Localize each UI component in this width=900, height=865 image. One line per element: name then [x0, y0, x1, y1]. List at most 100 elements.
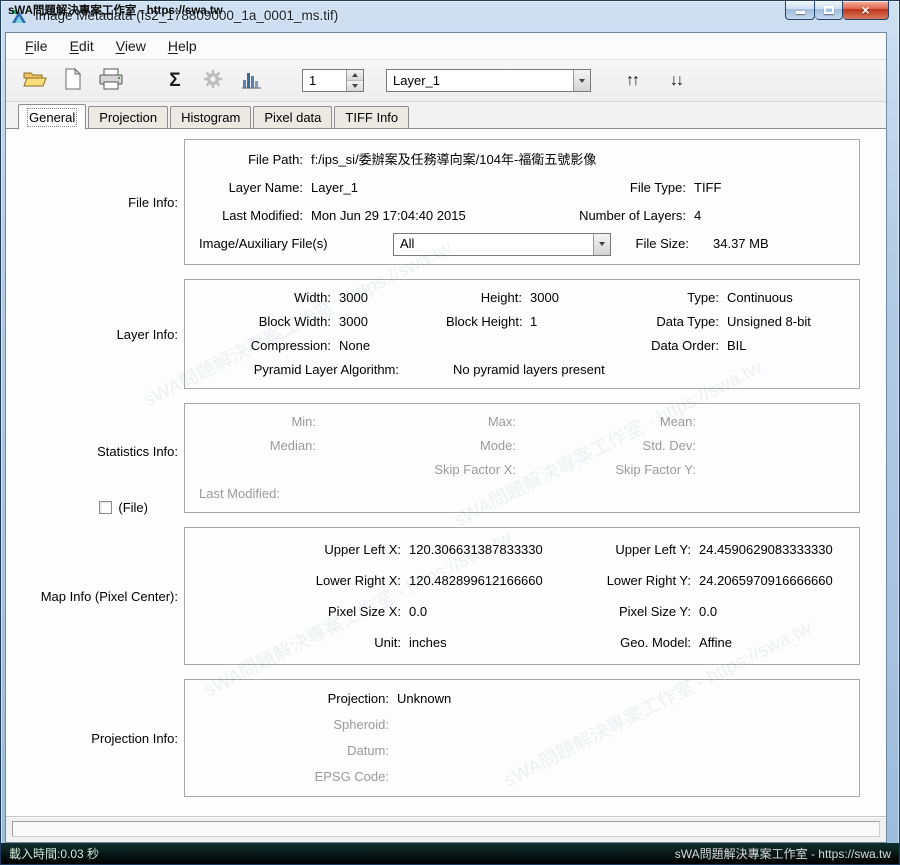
layer-number-input[interactable] — [303, 70, 346, 91]
menu-view[interactable]: View — [105, 33, 157, 59]
epsg-row: EPSG Code: — [195, 764, 849, 790]
spinner-up-button[interactable] — [347, 70, 363, 80]
menu-edit[interactable]: Edit — [59, 33, 105, 59]
max-label: Max: — [395, 410, 520, 434]
lower-right-y-value: 24.2065970916666660 — [695, 565, 849, 596]
projection-value: Unknown — [393, 686, 849, 712]
file-type-value: TIFF — [690, 174, 849, 202]
tab-bar: General Projection Histogram Pixel data … — [6, 102, 886, 129]
lower-right-x-label: Lower Right X: — [195, 565, 405, 596]
data-order-value: BIL — [723, 334, 849, 358]
maximize-button[interactable] — [815, 1, 843, 20]
upper-left-y-value: 24.4590629083333330 — [695, 534, 849, 565]
last-modified-label: Last Modified: — [195, 202, 307, 230]
menu-file[interactable]: File — [14, 33, 59, 59]
spinner-down-button[interactable] — [347, 80, 363, 91]
layer-name-label: Layer Name: — [195, 174, 307, 202]
menu-help[interactable]: Help — [157, 33, 208, 59]
epsg-code-value — [393, 764, 849, 790]
number-of-layers-value: 4 — [690, 202, 849, 230]
aux-files-dropdown[interactable]: All — [393, 233, 611, 256]
width-label: Width: — [195, 286, 335, 310]
double-up-arrow-icon: ↑↑ — [626, 72, 638, 89]
block-width-label: Block Width: — [195, 310, 335, 334]
settings-button[interactable] — [196, 66, 230, 96]
file-size-value: 34.37 MB — [709, 230, 769, 258]
spheroid-value — [393, 712, 849, 738]
checkbox-icon[interactable] — [99, 501, 112, 514]
statistics-info-label: Statistics Info: — [97, 444, 178, 459]
minimize-button[interactable] — [785, 1, 815, 20]
close-button[interactable]: × — [843, 1, 889, 20]
status-bar — [6, 816, 886, 842]
upper-left-x-label: Upper Left X: — [195, 534, 405, 565]
std-dev-label: Std. Dev: — [575, 434, 700, 458]
datum-row: Datum: — [195, 738, 849, 764]
pixel-size-y-value: 0.0 — [695, 596, 849, 627]
map-info-section: Map Info (Pixel Center): Upper Left X: 1… — [6, 527, 860, 665]
tab-projection[interactable]: Projection — [88, 106, 168, 129]
projection-info-label: Projection Info: — [91, 731, 178, 746]
lower-right-row: Lower Right X: 120.482899612166660 Lower… — [195, 565, 849, 596]
stats-last-modified-label: Last Modified: — [195, 486, 280, 501]
lower-right-y-label: Lower Right Y: — [603, 565, 695, 596]
layer-dropdown[interactable]: Layer_1 — [386, 69, 591, 92]
type-label: Type: — [631, 286, 723, 310]
dropdown-button[interactable] — [593, 234, 610, 255]
dropdown-button[interactable] — [573, 70, 590, 91]
file-info-label: File Info: — [128, 195, 178, 210]
last-modified-value: Mon Jun 29 17:04:40 2015 — [307, 202, 575, 230]
epsg-code-label: EPSG Code: — [195, 764, 393, 790]
print-button[interactable] — [94, 66, 128, 96]
lower-right-x-value: 120.482899612166660 — [405, 565, 603, 596]
compression-value: None — [335, 334, 446, 358]
new-file-button[interactable] — [56, 66, 90, 96]
layer-name-value: Layer_1 — [307, 174, 575, 202]
app-window: Image Metadata (fs2_178809000_1a_0001_ms… — [0, 0, 900, 865]
stats-row-1: Min: Max: Mean: — [195, 410, 849, 434]
tab-tiff-info[interactable]: TIFF Info — [334, 106, 409, 129]
mean-label: Mean: — [575, 410, 700, 434]
statistics-info-box: Min: Max: Mean: Median: Mode: Std. Dev: … — [184, 403, 860, 513]
watermark-band: 載入時間:0.03 秒 sWA問題解決專案工作室 - https://swa.t… — [1, 843, 899, 864]
tab-pixel-data[interactable]: Pixel data — [253, 106, 332, 129]
spheroid-row: Spheroid: — [195, 712, 849, 738]
pyramid-value: No pyramid layers present — [403, 358, 849, 382]
layer-number-spinner — [302, 69, 364, 92]
tab-general[interactable]: General — [18, 104, 86, 130]
pixel-size-x-label: Pixel Size X: — [195, 596, 405, 627]
skip-factor-y-label: Skip Factor Y: — [575, 458, 700, 482]
file-info-section: File Info: File Path: f:/ips_si/委辦案及任務導向… — [6, 139, 860, 265]
load-time-text: 載入時間:0.03 秒 — [9, 845, 99, 862]
raise-layer-button[interactable]: ↑↑ — [615, 72, 649, 90]
datum-label: Datum: — [195, 738, 393, 764]
open-folder-icon — [23, 69, 47, 92]
projection-info-box: Projection: Unknown Spheroid: Datum: EPS… — [184, 679, 860, 797]
file-path-label: File Path: — [195, 146, 307, 174]
upper-left-x-value: 120.306631387833330 — [405, 534, 603, 565]
unit-label: Unit: — [195, 627, 405, 658]
spinner-buttons — [346, 70, 363, 91]
block-width-value: 3000 — [335, 310, 446, 334]
histogram-icon — [240, 68, 262, 93]
projection-row: Projection: Unknown — [195, 686, 849, 712]
up-arrow-icon — [352, 73, 358, 77]
aux-files-row: Image/Auxiliary File(s) All File Size: 3… — [195, 230, 849, 258]
statistics-button[interactable]: Σ — [158, 66, 192, 96]
layer-name-row: Layer Name: Layer_1 File Type: TIFF — [195, 174, 849, 202]
geo-model-label: Geo. Model: — [603, 627, 695, 658]
tab-histogram[interactable]: Histogram — [170, 106, 251, 129]
lower-layer-button[interactable]: ↓↓ — [659, 72, 693, 90]
aux-files-label: Image/Auxiliary File(s) — [195, 230, 393, 258]
file-stats-checkbox-row[interactable]: (File) — [99, 500, 148, 515]
open-file-button[interactable] — [18, 66, 52, 96]
map-info-label-cell: Map Info (Pixel Center): — [6, 527, 184, 665]
file-checkbox-label: (File) — [118, 500, 148, 515]
double-down-arrow-icon: ↓↓ — [670, 72, 682, 89]
median-label: Median: — [195, 434, 320, 458]
histogram-button[interactable] — [234, 66, 268, 96]
pyramid-row: Pyramid Layer Algorithm: No pyramid laye… — [195, 358, 849, 382]
map-info-label: Map Info (Pixel Center): — [41, 589, 178, 604]
number-of-layers-label: Number of Layers: — [575, 202, 690, 230]
unit-row: Unit: inches Geo. Model: Affine — [195, 627, 849, 658]
